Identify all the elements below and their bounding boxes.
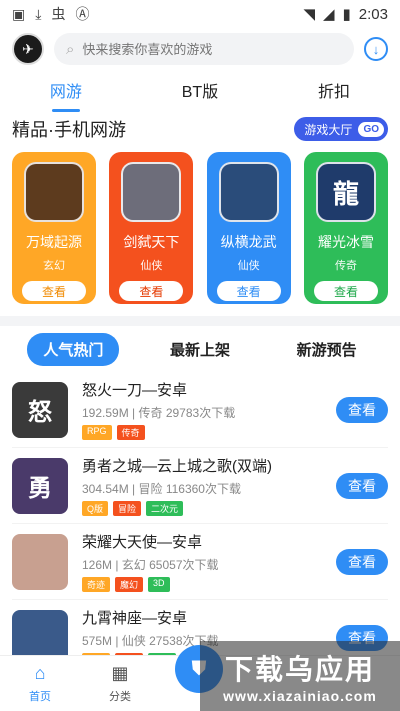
- card-game-genre: 仙侠: [140, 260, 163, 272]
- app-header: ✈ ⌕ ↓: [0, 28, 400, 70]
- go-badge: GO: [358, 121, 384, 137]
- nav-label: 首页: [29, 691, 51, 703]
- watermark-url: www.xiazainiao.com: [223, 688, 377, 704]
- game-hall-label: 游戏大厅: [304, 122, 353, 137]
- tag-badge: Q版: [82, 501, 109, 516]
- game-meta: 304.54M | 冒险 116360次下载: [82, 482, 241, 496]
- view-button[interactable]: 查看: [336, 396, 388, 423]
- battery-icon: ▮: [342, 6, 351, 23]
- game-name: 九霄神座—安卓: [82, 610, 188, 627]
- status-bar: ▣ ⤓ 虫 Ⓐ ◥ ◢ ▮ 2:03: [0, 0, 400, 28]
- view-button[interactable]: 查看: [119, 281, 184, 301]
- download-arrow-icon: ⤓: [35, 5, 42, 22]
- card-game-genre: 玄幻: [43, 260, 65, 272]
- tag-badge: 3D: [148, 577, 170, 592]
- wifi-icon: ◥: [303, 6, 315, 23]
- game-cover-image: 龍: [315, 162, 376, 222]
- tag-badge: 传奇: [116, 425, 145, 440]
- signal-icon: ◢: [322, 6, 335, 23]
- view-button[interactable]: 查看: [216, 281, 281, 301]
- view-button[interactable]: 查看: [336, 472, 388, 499]
- list-tab-1[interactable]: 最新上架: [154, 333, 246, 366]
- section-divider: [0, 316, 400, 326]
- game-tags: RPG 传奇: [82, 425, 336, 440]
- card-game-genre: 传奇: [334, 260, 357, 272]
- status-right: ◥ ◢ ▮ 2:03: [303, 5, 388, 24]
- featured-card[interactable]: 龍耀光冰雪 传奇 查看: [303, 152, 388, 304]
- grid-icon: ▦: [111, 663, 129, 683]
- game-tags: 奇迹 魔幻 3D: [82, 577, 336, 592]
- game-meta: 126M | 玄幻 65057次下载: [82, 558, 219, 572]
- list-tab-0[interactable]: 人气热门: [27, 332, 120, 366]
- card-game-name: 剑弑天下: [123, 234, 180, 250]
- list-tab-2[interactable]: 新游预告: [281, 333, 373, 366]
- game-name: 勇者之城—云上城之歌(双端): [82, 458, 272, 475]
- list-item[interactable]: 荣耀大天使—安卓 126M | 玄幻 65057次下载 奇迹 魔幻 3D 查看: [12, 524, 388, 600]
- nav-label: 分类: [109, 691, 131, 703]
- game-hall-button[interactable]: 游戏大厅 GO: [294, 117, 388, 141]
- clock: 2:03: [358, 5, 388, 23]
- featured-title: 精品·手机网游: [12, 120, 126, 140]
- app-logo-icon[interactable]: ✈: [12, 33, 44, 65]
- tag-badge: 冒险: [113, 501, 142, 516]
- app-icon: 虫: [51, 6, 66, 22]
- game-cover-image: [121, 162, 182, 222]
- game-name: 荣耀大天使—安卓: [82, 534, 203, 551]
- featured-card[interactable]: 剑弑天下 仙侠 查看: [109, 152, 194, 304]
- tag-badge: RPG: [82, 425, 112, 440]
- card-game-name: 耀光冰雪: [317, 234, 374, 250]
- tag-badge: 奇迹: [82, 577, 111, 592]
- game-tags: Q版 冒险 二次元: [82, 501, 336, 516]
- card-game-name: 万域起源: [26, 234, 82, 250]
- game-name: 怒火一刀—安卓: [82, 382, 188, 399]
- view-button[interactable]: 查看: [22, 281, 86, 301]
- image-icon: ▣: [12, 5, 26, 22]
- tag-badge: 二次元: [146, 501, 184, 516]
- featured-card[interactable]: 万域起源 玄幻 查看: [12, 152, 96, 304]
- list-item[interactable]: 勇勇者之城—云上城之歌(双端) 304.54M | 冒险 116360次下载 Q版冒…: [12, 448, 388, 524]
- game-list: 怒怒火一刀—安卓 192.59M | 传奇 29783次下载 RPG 传奇 查看勇勇者之…: [0, 372, 400, 676]
- tag-badge: 魔幻: [115, 577, 144, 592]
- tab-1[interactable]: BT版: [168, 72, 232, 108]
- top-tabs: 网游 BT版 折扣: [0, 70, 400, 110]
- list-tabs: 人气热门 最新上架 新游预告: [0, 326, 400, 372]
- download-icon[interactable]: ↓: [364, 37, 388, 61]
- game-icon-image: 勇: [12, 457, 68, 514]
- search-icon: ⌕: [66, 40, 75, 58]
- game-info: 荣耀大天使—安卓 126M | 玄幻 65057次下载 奇迹 魔幻 3D: [82, 531, 336, 592]
- home-icon: ⌂: [34, 663, 46, 683]
- game-info: 勇者之城—云上城之歌(双端) 304.54M | 冒险 116360次下载 Q版 冒险…: [82, 455, 336, 516]
- card-game-name: 纵横龙武: [220, 234, 277, 250]
- tab-0[interactable]: 网游: [36, 72, 96, 108]
- game-info: 怒火一刀—安卓 192.59M | 传奇 29783次下载 RPG 传奇: [82, 379, 336, 440]
- card-game-genre: 仙侠: [237, 260, 260, 272]
- view-button[interactable]: 查看: [313, 281, 378, 301]
- game-icon-image: [12, 533, 68, 590]
- nav-grid[interactable]: ▦ 分类: [80, 663, 160, 704]
- game-meta: 192.59M | 传奇 29783次下载: [82, 406, 236, 420]
- game-cover-image: [218, 162, 279, 222]
- featured-cards: 万域起源 玄幻 查看 剑弑天下 仙侠 查看 纵横龙武 仙侠 查看龍耀光冰雪 传奇 查看: [0, 142, 400, 304]
- search-bar[interactable]: ⌕: [54, 33, 354, 65]
- watermark-title: 下载乌应用: [224, 654, 375, 685]
- watermark: 下载乌应用 www.xiazainiao.com: [200, 641, 400, 711]
- game-cover-image: [24, 162, 84, 222]
- view-button[interactable]: 查看: [336, 548, 388, 575]
- game-icon-image: 怒: [12, 381, 68, 438]
- search-input[interactable]: [82, 41, 342, 57]
- featured-card[interactable]: 纵横龙武 仙侠 查看: [206, 152, 291, 304]
- featured-header: 精品·手机网游 游戏大厅 GO: [0, 110, 400, 142]
- status-left-icons: ▣ ⤓ 虫 Ⓐ: [12, 4, 89, 24]
- list-item[interactable]: 怒怒火一刀—安卓 192.59M | 传奇 29783次下载 RPG 传奇 查看: [12, 372, 388, 448]
- a-icon: Ⓐ: [75, 6, 90, 22]
- nav-home[interactable]: ⌂ 首页: [0, 663, 80, 704]
- tab-2[interactable]: 折扣: [304, 72, 364, 108]
